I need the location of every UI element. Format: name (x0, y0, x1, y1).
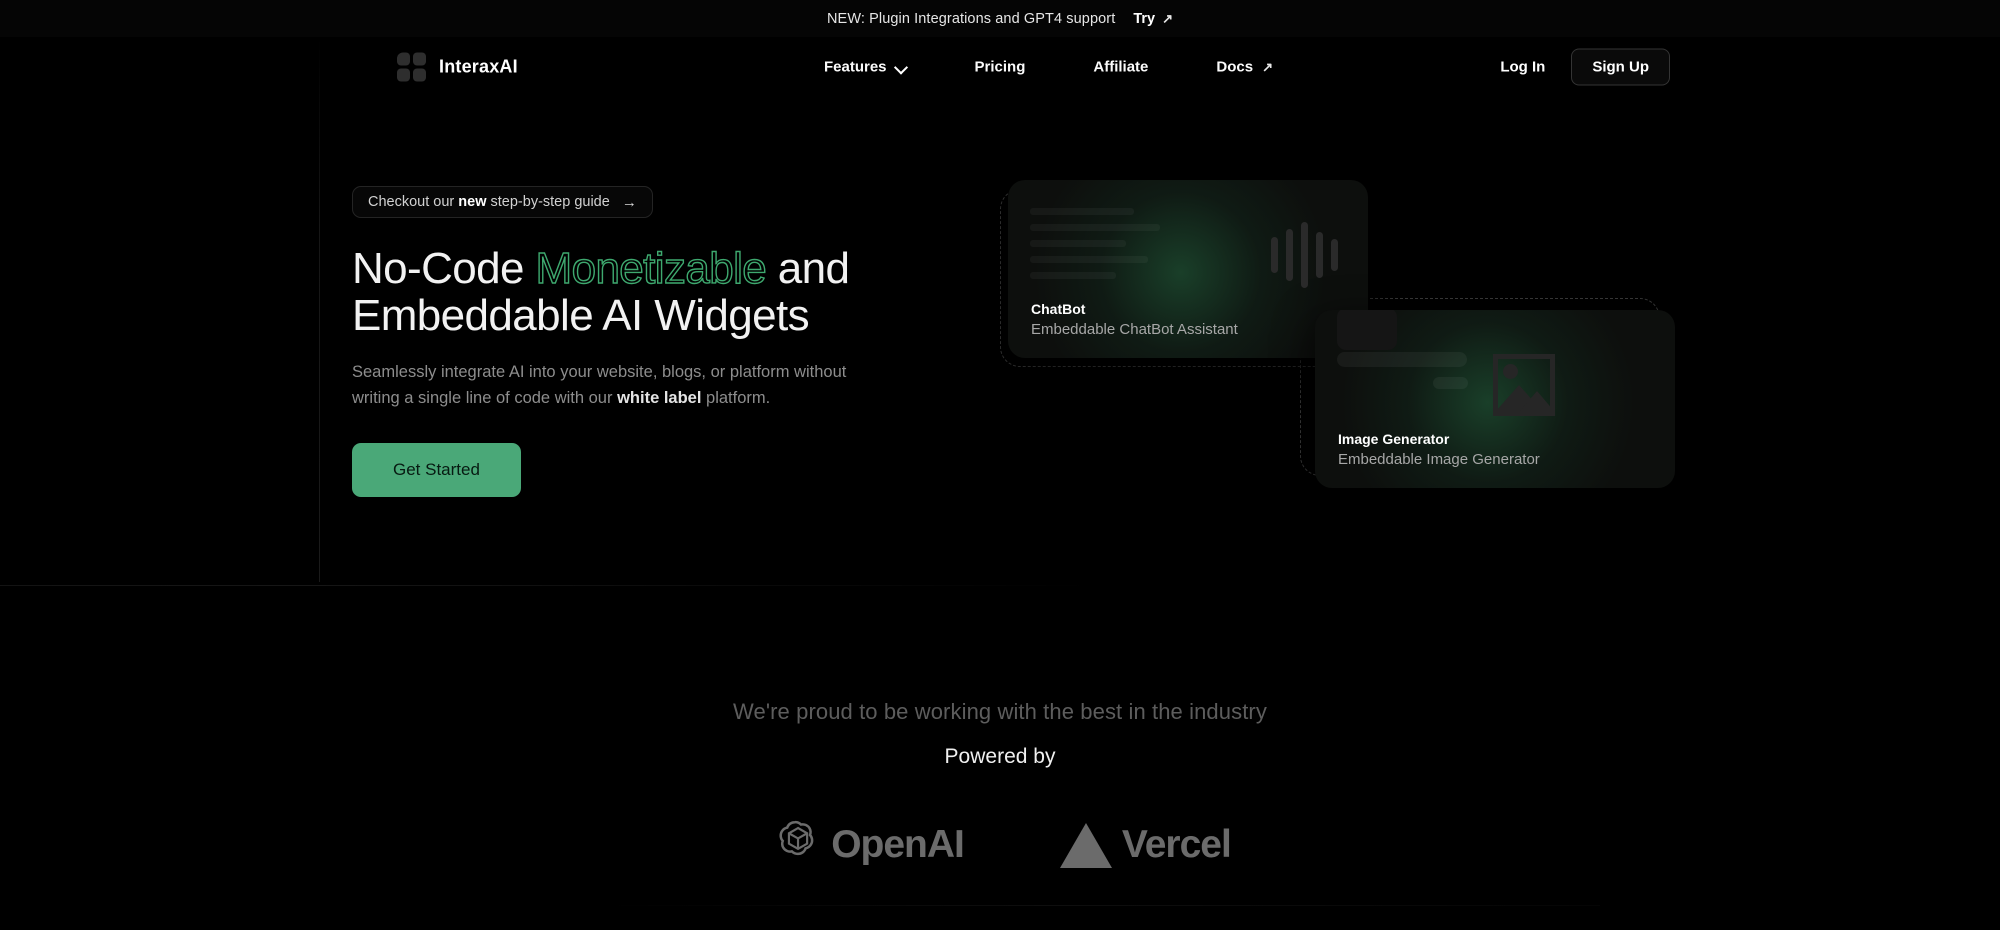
hero-title-line2: Embeddable AI Widgets (352, 291, 810, 341)
arrow-up-right-icon: ↗ (1162, 11, 1173, 26)
image-generator-card-desc: Embeddable Image Generator (1338, 451, 1540, 468)
get-started-button[interactable]: Get Started (352, 442, 521, 497)
image-generator-card-title: Image Generator (1338, 430, 1450, 447)
hero-subtitle: Seamlessly integrate AI into your websit… (352, 360, 852, 411)
brand-name: InteraxAI (439, 56, 518, 77)
arrow-right-icon: → (621, 193, 637, 211)
chatbot-card[interactable]: ChatBot Embeddable ChatBot Assistant (1008, 180, 1368, 358)
hero-subtitle-part2: platform. (706, 388, 771, 407)
chat-skeleton-lines (1030, 208, 1160, 288)
widget-showcase: ChatBot Embeddable ChatBot Assistant Ima… (1000, 180, 1700, 490)
chatbot-card-desc: Embeddable ChatBot Assistant (1031, 321, 1238, 338)
image-generator-card-label: Image Generator Embeddable Image Generat… (1338, 429, 1540, 470)
chatbot-card-title: ChatBot (1031, 300, 1086, 317)
nav-item-affiliate[interactable]: Affiliate (1059, 59, 1182, 76)
partners-lead-text: We're proud to be working with the best … (733, 699, 1267, 724)
chatbot-card-label: ChatBot Embeddable ChatBot Assistant (1031, 299, 1238, 340)
nav-item-docs-label: Docs (1216, 58, 1254, 76)
nav-item-features[interactable]: Features (790, 59, 941, 76)
chevron-down-icon (896, 62, 907, 73)
announcement-banner: NEW: Plugin Integrations and GPT4 suppor… (0, 0, 2000, 37)
partner-vercel: Vercel (1059, 822, 1232, 868)
openai-wordmark: OpenAI (831, 823, 965, 866)
waveform-icon (1271, 220, 1338, 290)
partner-logos: OpenAI Vercel (0, 817, 2000, 874)
picture-mountain-small (1520, 391, 1550, 411)
main-navbar: InteraxAI Features Pricing Affiliate Doc… (0, 37, 2000, 97)
hero-badge-emphasis: new (458, 194, 487, 210)
vercel-triangle-icon (1059, 822, 1112, 868)
nav-item-pricing[interactable]: Pricing (941, 59, 1060, 76)
hero-badge-suffix: step-by-step guide (490, 194, 610, 210)
signup-button[interactable]: Sign Up (1571, 48, 1670, 86)
hero-badge-text: Checkout our new step-by-step guide (368, 194, 610, 210)
image-generator-card[interactable]: Image Generator Embeddable Image Generat… (1315, 310, 1675, 488)
nav-links: Features Pricing Affiliate Docs ↗ (790, 59, 1307, 76)
hero-title-part2: and (777, 244, 850, 293)
announcement-text: NEW: Plugin Integrations and GPT4 suppor… (826, 10, 1116, 27)
hero-badge-prefix: Checkout our (368, 194, 455, 210)
hero-guide-badge[interactable]: Checkout our new step-by-step guide → (352, 186, 653, 218)
brand-logo[interactable]: InteraxAI (397, 52, 518, 82)
hero-title-highlight: Monetizable (535, 244, 768, 293)
page-title: No-Code Monetizable and Embeddable AI Wi… (352, 244, 872, 341)
vercel-wordmark: Vercel (1121, 823, 1232, 866)
nav-item-docs[interactable]: Docs ↗ (1182, 59, 1307, 76)
image-skeleton-lines (1337, 352, 1468, 399)
picture-icon (1493, 354, 1555, 416)
partners-section: We're proud to be working with the best … (0, 695, 2000, 874)
card-chip (1337, 310, 1397, 350)
nav-item-pricing-label: Pricing (974, 58, 1026, 76)
login-link[interactable]: Log In (1488, 51, 1557, 84)
hero-subtitle-emphasis: white label (617, 388, 702, 407)
grid-logo-icon (397, 52, 426, 82)
nav-item-features-label: Features (824, 58, 887, 76)
grid-line-horizontal (0, 585, 1100, 586)
grid-line-vertical (319, 37, 320, 582)
announcement-try-link[interactable]: Try ↗ (1133, 11, 1173, 27)
auth-actions: Log In Sign Up (1488, 48, 1670, 86)
announcement-try-label: Try (1133, 10, 1156, 27)
openai-icon (769, 817, 821, 874)
partners-powered-by: Powered by (944, 745, 1056, 768)
picture-sun (1503, 364, 1518, 379)
hero-subtitle-part1: Seamlessly integrate AI into your websit… (352, 363, 847, 407)
partner-openai: OpenAI (769, 817, 965, 874)
hero-section: Checkout our new step-by-step guide → No… (352, 186, 872, 497)
hero-title-part1: No-Code (352, 244, 524, 293)
nav-item-affiliate-label: Affiliate (1093, 58, 1149, 76)
arrow-up-right-icon: ↗ (1262, 59, 1273, 75)
footer-divider (600, 905, 1600, 906)
